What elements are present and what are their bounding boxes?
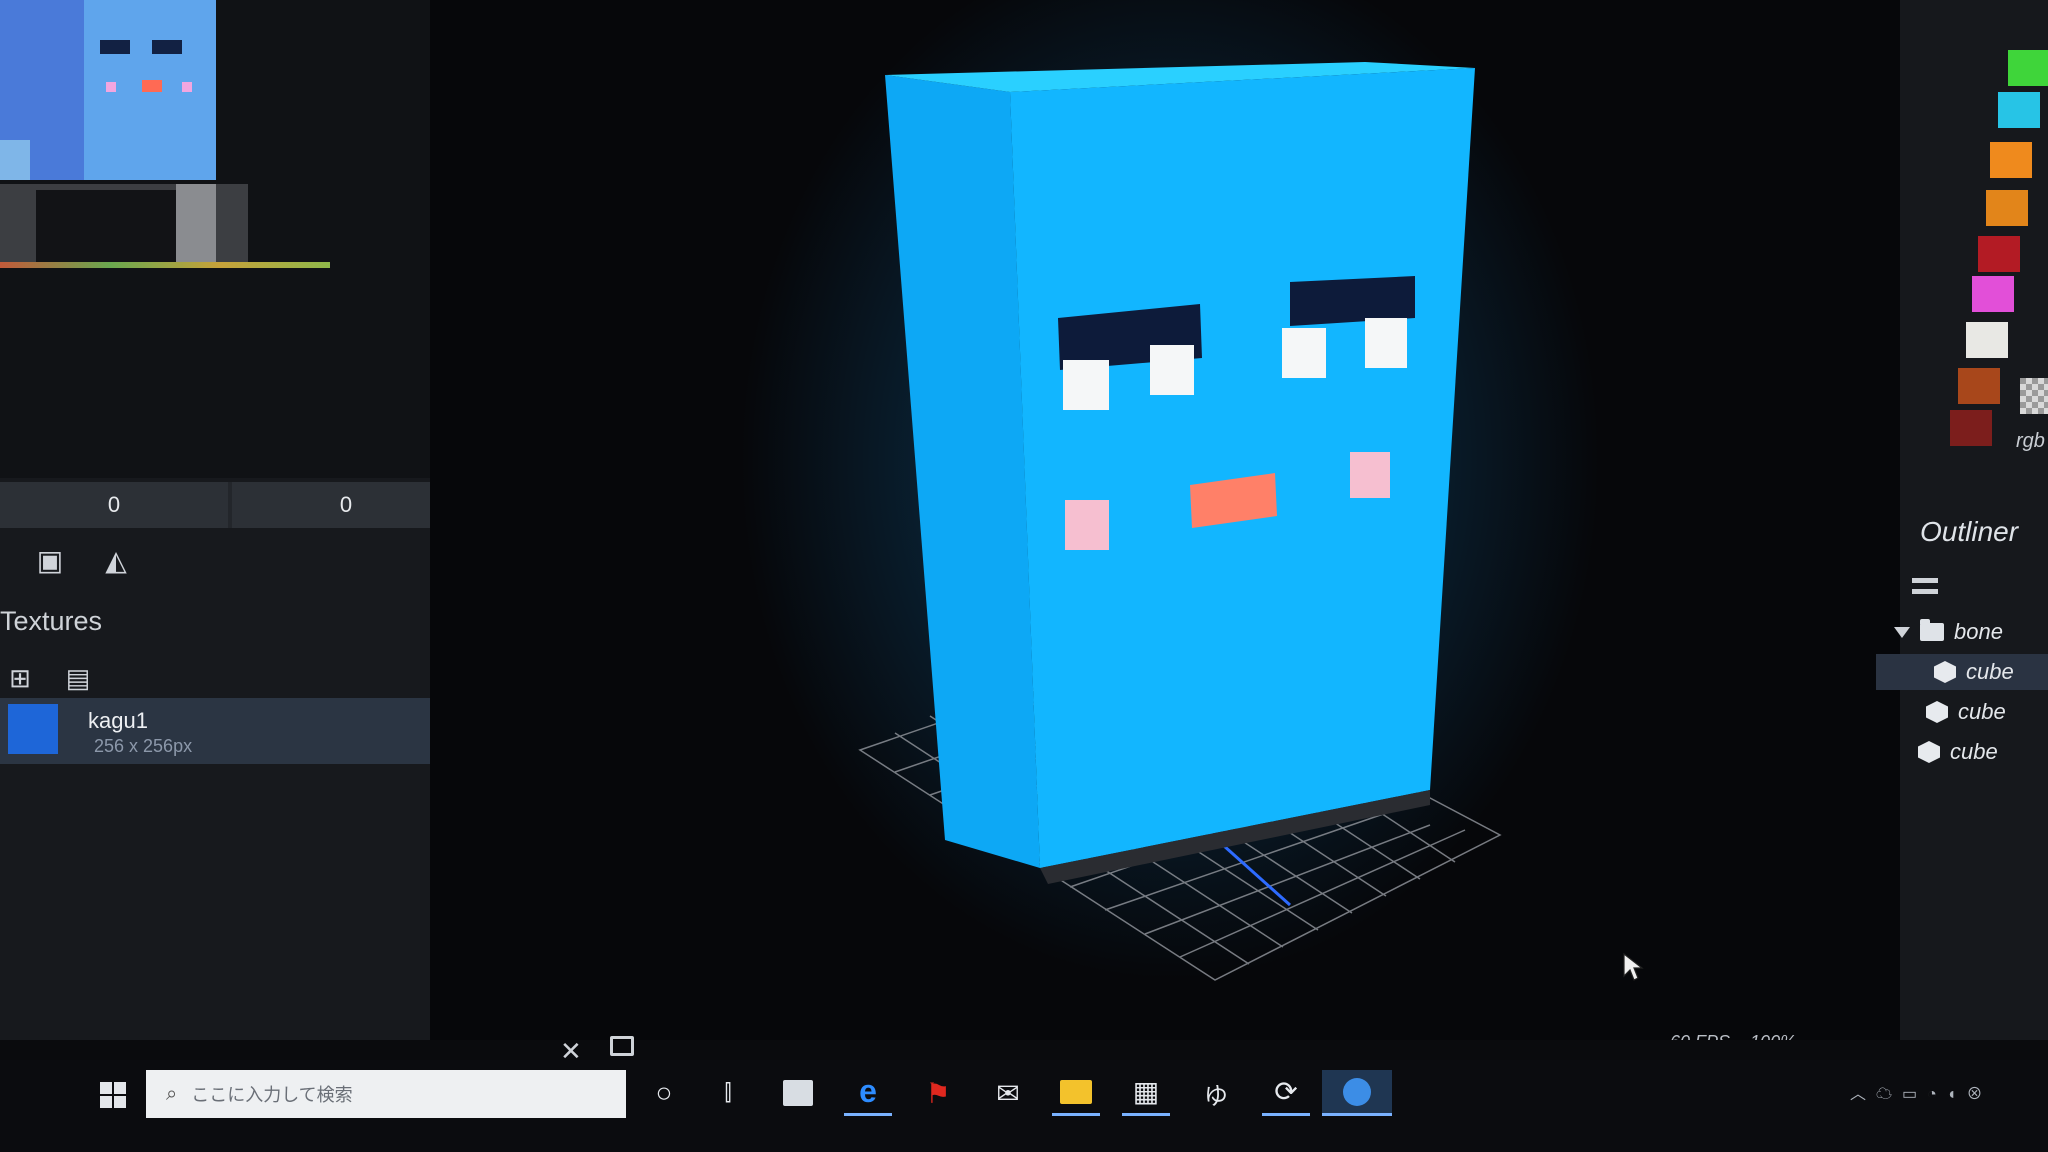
palette-swatch[interactable]: [1998, 92, 2040, 128]
color-mode-label: rgb: [2016, 430, 2045, 452]
textures-header: Textures: [0, 606, 103, 636]
3d-viewport[interactable]: [430, 0, 1900, 1040]
texture-thumbnail: [8, 704, 58, 754]
left-eye-white-a: [1063, 360, 1109, 410]
mirror-icon[interactable]: ◭: [98, 542, 134, 578]
ime-icon[interactable]: ゆ: [1192, 1070, 1240, 1116]
outliner-item-label: cube: [1966, 659, 2014, 684]
outliner-title: Outliner: [1920, 516, 2019, 547]
transparent-swatch[interactable]: [2020, 378, 2048, 414]
blockbench-icon[interactable]: [1322, 1070, 1392, 1116]
cortana-icon[interactable]: ○: [640, 1070, 688, 1116]
texture-name: kagu1: [88, 708, 148, 733]
viewport-scene: [740, 0, 1600, 981]
cube-icon: [1918, 741, 1940, 763]
game-icon[interactable]: ⚑: [914, 1070, 962, 1116]
panel-icon[interactable]: [610, 1036, 634, 1056]
left-eye-white-b: [1150, 345, 1194, 395]
cube-icon: [1934, 661, 1956, 683]
select-region-icon[interactable]: ▣: [32, 542, 68, 578]
store-icon[interactable]: [774, 1070, 822, 1116]
mail-icon[interactable]: ✉: [984, 1070, 1032, 1116]
palette-swatch[interactable]: [1972, 276, 2014, 312]
palette-swatch[interactable]: [1986, 190, 2028, 226]
uv-editor[interactable]: [0, 0, 458, 478]
uv-offset-y-field[interactable]: 0: [232, 482, 460, 528]
right-eye-white-b: [1365, 318, 1407, 368]
search-placeholder: ここに入力して検索: [191, 1085, 353, 1105]
expand-triangle-icon[interactable]: [1894, 626, 1910, 638]
taskbar-search[interactable]: ⌕ ここに入力して検索: [146, 1070, 626, 1118]
system-tray[interactable]: ︿☁▭◔◖⊗: [1850, 1080, 1992, 1104]
palette-swatch[interactable]: [1966, 322, 2008, 358]
palette-swatch[interactable]: [1978, 236, 2020, 272]
outliner-collapse-icon[interactable]: [1912, 578, 1938, 594]
uv-toolbar: ▣ ◭: [0, 536, 480, 584]
outliner-item-label: cube: [1958, 699, 2006, 724]
add-texture-icon[interactable]: ⊞: [2, 660, 38, 696]
uv-offset-inputs: 0 0: [0, 482, 460, 528]
outliner-item-cube[interactable]: cube: [1918, 734, 1998, 770]
left-cheek: [1065, 500, 1109, 550]
right-eye-white-a: [1282, 328, 1326, 378]
uv-offset-x-field[interactable]: 0: [0, 482, 228, 528]
outliner-item-bone[interactable]: bone: [1894, 614, 2003, 650]
palette-swatch[interactable]: [1958, 368, 2000, 404]
mouse-cursor-icon: [1623, 952, 1644, 981]
status-strip: [0, 1040, 2048, 1062]
cube-icon: [1926, 701, 1948, 723]
windows-start-icon[interactable]: [100, 1082, 126, 1108]
outliner-item-cube[interactable]: cube: [1926, 694, 2006, 730]
edge-icon[interactable]: e: [844, 1070, 892, 1116]
cube-front-face[interactable]: [1010, 68, 1475, 868]
search-icon: ⌕: [166, 1082, 178, 1105]
film-icon[interactable]: ▦: [1122, 1070, 1170, 1116]
folder-icon: [1920, 619, 1944, 641]
import-texture-icon[interactable]: ▤: [60, 660, 96, 696]
palette-swatch[interactable]: [2008, 50, 2048, 86]
outliner-item-cube[interactable]: cube: [1876, 654, 2048, 690]
palette-swatch[interactable]: [1950, 410, 1992, 446]
sync-icon[interactable]: ⟳: [1262, 1070, 1310, 1116]
palette-swatch[interactable]: [1990, 142, 2032, 178]
right-cheek: [1350, 452, 1390, 498]
file-explorer-icon[interactable]: [1052, 1070, 1100, 1116]
texture-size: 256 x 256px: [94, 736, 193, 756]
outliner-item-label: bone: [1954, 619, 2003, 644]
outliner-item-label: cube: [1950, 739, 1998, 764]
task-view-icon[interactable]: ⫿: [704, 1070, 752, 1116]
